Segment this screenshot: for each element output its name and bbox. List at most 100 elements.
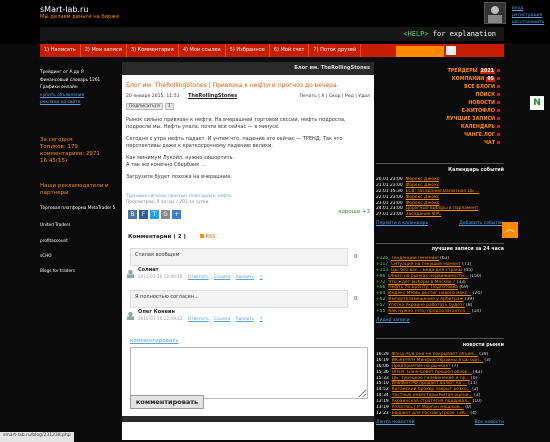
calendar-event[interactable]: Форекс Джокс	[406, 183, 440, 188]
post-author[interactable]: TheRollingStones	[188, 93, 237, 99]
left-link-advertising[interactable]: реклама на сайте	[40, 100, 122, 105]
search-input[interactable]	[396, 46, 444, 57]
best-post-link[interactable]: Как нужно (что) предполагается ...	[388, 309, 470, 314]
right-nav-label[interactable]: КОМПАНИИ	[452, 77, 485, 82]
user-avatar[interactable]	[484, 2, 506, 24]
rating-label[interactable]: хорошо	[338, 209, 360, 215]
best-post-link[interactable]: Индекс ММВБ достиг нового макс...	[388, 291, 471, 296]
right-nav-item[interactable]: ЛУЧШИЕ ЗАПИСИ	[430, 117, 500, 122]
comment-author[interactable]: Олег Конеин	[138, 309, 175, 315]
right-nav-label[interactable]: ПОИСК	[475, 93, 495, 98]
search-button[interactable]	[446, 46, 456, 55]
best-post-link[interactable]: ЦБ: без вас... Беда для страны	[391, 268, 462, 273]
right-nav-label[interactable]: НОВОСТИ	[468, 101, 495, 106]
right-nav-item[interactable]: ЧАНГЕ.ЛОГ	[430, 133, 500, 138]
news-link[interactable]: ИКЭННУ/Н Минфин Украины в ЦБ одн...	[392, 358, 483, 363]
right-nav-item[interactable]: ЧАТ	[430, 141, 500, 146]
nav-comments[interactable]: 3) Комментарии	[127, 44, 179, 57]
right-nav-item[interactable]: Е-КИТОФЛО	[430, 109, 500, 114]
right-nav-item[interactable]: ПОИСК	[430, 93, 500, 98]
twitter-icon[interactable]: T	[150, 210, 159, 219]
best-post-link[interactable]: Что ждет выборы в Москве ?	[388, 280, 455, 285]
right-nav-label[interactable]: ЛУЧШИЕ ЗАПИСИ	[446, 117, 495, 122]
all-news-link[interactable]: Все новости	[475, 420, 504, 425]
google-icon[interactable]: G	[161, 210, 170, 219]
permalink-link[interactable]: Ссылка	[214, 274, 230, 279]
comment-textarea[interactable]	[130, 347, 368, 399]
nav-favorites[interactable]: 5) Избранное	[226, 44, 270, 57]
news-link[interactable]: ИнвФин:РФ продает валют на ...	[392, 381, 467, 386]
calendar-open-link[interactable]: Перейти в календарь	[376, 221, 428, 226]
rss-link[interactable]: RSS	[200, 234, 215, 240]
best-post-link[interactable]: Обвал на рынках недвижимости...	[388, 274, 468, 279]
post-tools[interactable]: Печать | X | Скор | Ред | Удал	[300, 94, 370, 99]
nav-my-links[interactable]: 4) Мои ссылки	[179, 44, 226, 57]
partner-link[interactable]: profitaccount	[40, 238, 68, 243]
right-nav-label[interactable]: ВСЕ БЛОГИ	[464, 85, 495, 90]
right-nav-label[interactable]: ЧАНГЕ.ЛОГ	[464, 133, 495, 138]
right-nav-label[interactable]: ТРЕЙДЕРЫ	[448, 69, 478, 74]
nav-my-account[interactable]: 6) Мой счет	[270, 44, 310, 57]
news-link[interactable]: ОПЕК: Банк-Совет прошел обзор...	[392, 370, 472, 375]
calendar-event[interactable]: Форекс Джокс	[406, 177, 440, 182]
best-post-link[interactable]: Тенденции (мнение)	[391, 256, 439, 261]
post-blog-link[interactable]: Блог им. TheRollingStones	[126, 82, 207, 89]
facebook-icon[interactable]: F	[139, 210, 148, 219]
partner-link[interactable]: sCHO	[40, 253, 52, 258]
nav-my-posts[interactable]: 2) Мои записи	[81, 44, 127, 57]
news-feed-link[interactable]: Лента новостей	[376, 420, 415, 425]
news-link[interactable]: Уплатясь J.P. Морган мощный...	[392, 405, 464, 410]
left-link-dictionary[interactable]: Финансовый словарь 1261	[40, 78, 122, 83]
right-nav-label[interactable]: КАЛЕНДАРЬ	[461, 125, 495, 130]
right-nav-label[interactable]: Е-КИТОФЛО	[462, 109, 495, 114]
partner-link[interactable]: Торговая платформа MetaTrader 5	[40, 205, 115, 210]
command-bar[interactable]: <HELP> for explanation	[40, 27, 504, 41]
post-tags[interactable]: Торговые сигналы простые, план рынок, не…	[126, 193, 232, 198]
calendar-add-link[interactable]: Добавить событие	[459, 221, 504, 226]
add-comment-link[interactable]: комментировать	[130, 338, 179, 344]
up-arrow-icon[interactable]: ↑	[259, 316, 263, 321]
best-post-link[interactable]: Нефть по Бренту. Подготовка	[388, 285, 458, 290]
calendar-event[interactable]: Форекс Джокс	[406, 195, 440, 200]
nav-write[interactable]: 1) Написать	[40, 44, 81, 57]
right-nav-label[interactable]: ЧАТ	[484, 141, 495, 146]
right-nav-item[interactable]: ТРЕЙДЕРЫ 2021	[430, 69, 500, 74]
left-link-trading[interactable]: Трейдинг от А до Я	[40, 70, 122, 75]
best-post-link[interactable]: Упстка Украине работать будет?	[388, 303, 464, 308]
login-link[interactable]: вход	[512, 5, 544, 12]
subscribe-button[interactable]: Подписаться	[126, 103, 163, 110]
news-link[interactable]: Бюджет для России угрозе ТЭК...	[392, 411, 469, 416]
left-link-charts[interactable]: Графики онлайн	[40, 85, 122, 90]
rss-label[interactable]: RSS	[206, 234, 216, 240]
calendar-event[interactable]: Заседание ФРС	[406, 212, 442, 217]
up-arrow-icon[interactable]: ↑	[259, 274, 263, 279]
submit-comment-button[interactable]: комментировать	[130, 395, 204, 409]
plus-icon[interactable]: +	[172, 210, 181, 219]
partner-link[interactable]: Blogs for traders	[40, 268, 75, 273]
calendar-event[interactable]: Дорогные выборы в парламент	[406, 206, 479, 211]
partner-link[interactable]: United Traders	[40, 222, 70, 227]
news-link[interactable]: ЦБ: Турецкое гилевенение и пр...	[392, 376, 470, 381]
comment-author[interactable]: Солиат	[138, 267, 159, 273]
delete-link[interactable]: Удалить	[236, 316, 254, 321]
right-nav-item[interactable]: КАЛЕНДАРЬ	[430, 125, 500, 130]
post-title-text[interactable]: Привязка к нефти и прогноз до вечера.	[213, 82, 339, 89]
register-link[interactable]: регистрация	[512, 12, 544, 19]
left-link-buy-ad[interactable]: купить объявление	[40, 93, 122, 98]
news-link[interactable]: Украинская стратегия подорвал...	[392, 399, 472, 404]
best-posts-footer-link[interactable]: Лидер записи	[376, 318, 504, 323]
delete-link[interactable]: Удалить	[236, 274, 254, 279]
best-post-link[interactable]: Импортозамещение у Арбитраж	[388, 297, 463, 302]
permalink-link[interactable]: Ссылка	[214, 316, 230, 321]
calendar-event[interactable]: Форекс Джокс	[406, 201, 440, 206]
news-link[interactable]: Предприятие на рынках?	[392, 364, 451, 369]
site-title[interactable]: sMart-lab.ru	[40, 5, 88, 14]
reply-link[interactable]: Ответить	[188, 274, 209, 279]
recover-link[interactable]: восстановить	[512, 19, 544, 26]
vk-icon[interactable]: В	[128, 210, 137, 219]
calendar-event[interactable]: ECB: заседание Валютное ЦБ ...	[406, 189, 480, 194]
best-post-link[interactable]: Ситуация на текущий момент	[391, 262, 461, 267]
right-nav-item[interactable]: ВСЕ БЛОГИ	[430, 85, 500, 90]
right-nav-item[interactable]: НОВОСТИ	[430, 101, 500, 106]
reply-link[interactable]: Ответить	[188, 316, 209, 321]
